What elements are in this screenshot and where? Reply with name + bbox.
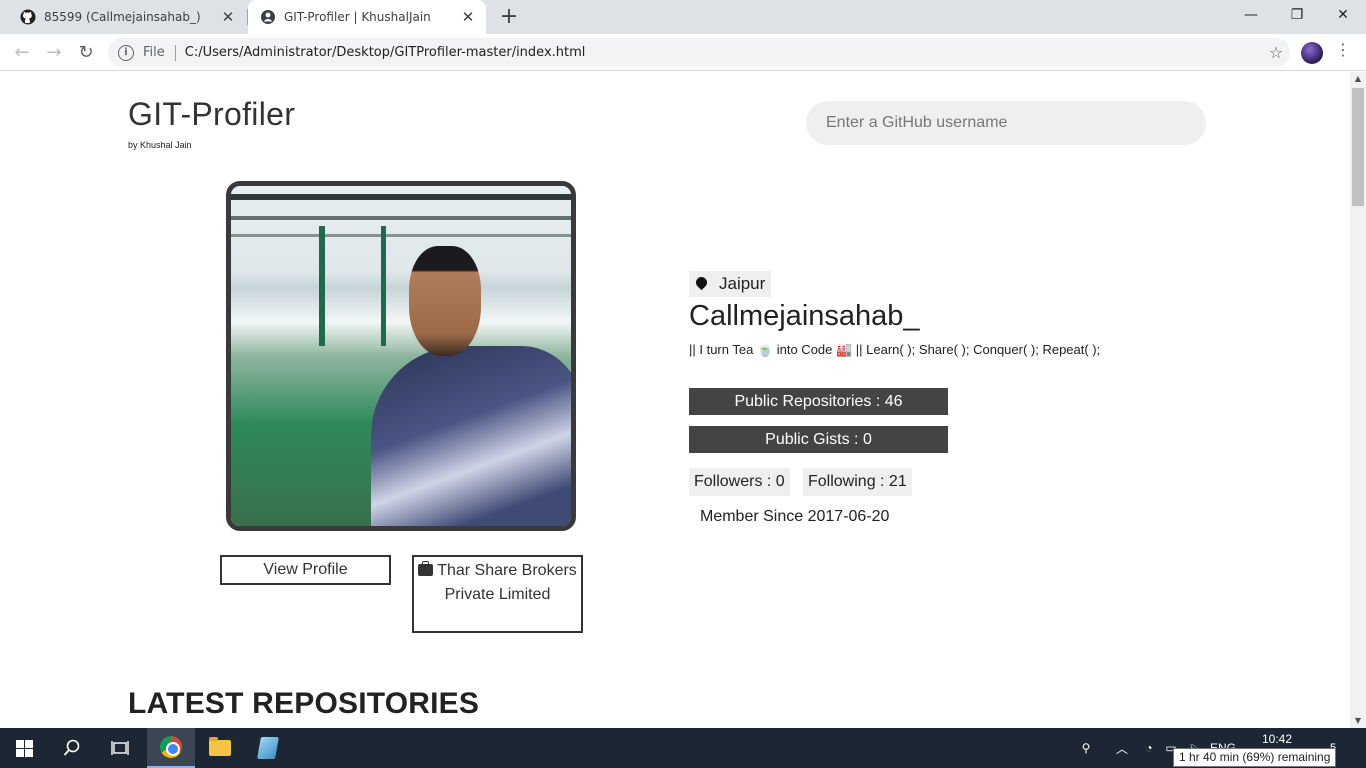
restore-icon[interactable]: ❐ <box>1274 0 1320 30</box>
windows-taskbar: ⚲ ︿ ◔ ▭ 🔈 ENG 10:42 5 <box>0 728 1366 768</box>
tab-strip: 85599 (Callmejainsahab_) ✕ GIT-Profiler … <box>0 0 1366 34</box>
task-view-icon[interactable] <box>96 728 144 768</box>
reload-icon[interactable]: ↻ <box>72 39 100 67</box>
map-pin-icon <box>695 277 707 291</box>
tab-title: GIT-Profiler | KhushalJain <box>284 10 431 24</box>
browser-menu-icon[interactable]: ⋮ <box>1335 40 1351 59</box>
tab-title: 85599 (Callmejainsahab_) <box>44 10 201 24</box>
following-badge: Following : 21 <box>803 468 912 496</box>
scroll-up-icon[interactable]: ▲ <box>1350 72 1366 86</box>
location-text: Jaipur <box>719 274 766 293</box>
folder-icon <box>209 737 231 756</box>
info-icon[interactable]: i <box>118 44 134 61</box>
tab-git-profiler[interactable]: GIT-Profiler | KhushalJain ✕ <box>248 0 486 34</box>
followers-badge: Followers : 0 <box>689 468 790 496</box>
address-divider <box>174 44 176 61</box>
url-text[interactable]: C:/Users/Administrator/Desktop/GITProfil… <box>185 45 1262 60</box>
view-profile-button[interactable]: View Profile <box>220 555 391 585</box>
start-button[interactable] <box>0 728 48 768</box>
minimize-icon[interactable]: — <box>1228 0 1274 30</box>
search-icon[interactable] <box>48 728 96 768</box>
show-hidden-icons-icon[interactable]: ︿ <box>1110 728 1134 768</box>
app-icon <box>257 737 279 759</box>
public-gists-stat: Public Gists : 0 <box>689 426 948 453</box>
profile-avatar <box>226 181 576 531</box>
location-badge: Jaipur <box>689 271 772 297</box>
close-tab-icon[interactable]: ✕ <box>218 8 238 26</box>
page-scrollbar[interactable]: ▲ ▼ <box>1350 72 1366 728</box>
public-repos-stat: Public Repositories : 46 <box>689 388 948 415</box>
people-icon[interactable]: ⚲ <box>1074 728 1098 768</box>
browser-profile-avatar[interactable] <box>1301 42 1323 64</box>
windows-logo-icon <box>15 739 33 757</box>
github-icon <box>20 9 36 25</box>
scroll-thumb[interactable] <box>1352 88 1364 206</box>
chrome-icon <box>160 736 182 758</box>
app-taskbar-button[interactable] <box>244 728 292 768</box>
company-name: Thar Share Brokers Private Limited <box>437 562 577 603</box>
browser-toolbar: ← → ↻ i File C:/Users/Administrator/Desk… <box>0 34 1366 71</box>
member-since-text: Member Since 2017-06-20 <box>700 508 890 525</box>
file-explorer-taskbar-button[interactable] <box>196 728 244 768</box>
profile-bio: || I turn Tea 🍵 into Code 🏭 || Learn( );… <box>689 342 1101 357</box>
bookmark-star-icon[interactable]: ☆ <box>1262 43 1290 62</box>
tab-github-profile[interactable]: 85599 (Callmejainsahab_) ✕ <box>8 0 246 34</box>
profile-photo <box>231 186 571 526</box>
close-window-icon[interactable]: ✕ <box>1320 0 1366 30</box>
scroll-down-icon[interactable]: ▼ <box>1350 714 1366 728</box>
globe-icon <box>260 9 276 25</box>
brand-subtitle: by Khushal Jain <box>128 140 192 150</box>
forward-icon[interactable]: → <box>40 39 68 67</box>
brand-title: GIT-Profiler <box>128 96 296 132</box>
latest-repos-heading: LATEST REPOSITORIES <box>128 687 480 720</box>
scheme-label: File <box>143 45 165 60</box>
battery-tooltip: 1 hr 40 min (69%) remaining <box>1173 748 1337 767</box>
profile-username: Callmejainsahab_ <box>689 300 920 332</box>
close-tab-icon[interactable]: ✕ <box>458 8 478 26</box>
username-search-input[interactable] <box>806 101 1206 145</box>
briefcase-icon <box>418 561 434 576</box>
address-bar[interactable]: i File C:/Users/Administrator/Desktop/GI… <box>108 38 1290 67</box>
system-clock[interactable]: 10:42 <box>1262 732 1292 746</box>
new-tab-icon[interactable]: + <box>497 4 521 30</box>
wifi-icon[interactable]: ◔ <box>1138 728 1160 768</box>
company-button[interactable]: Thar Share Brokers Private Limited <box>412 555 583 633</box>
page-viewport: GIT-Profiler by Khushal Jain View Profil… <box>0 72 1350 728</box>
back-icon[interactable]: ← <box>8 39 36 67</box>
chrome-taskbar-button[interactable] <box>147 728 195 768</box>
